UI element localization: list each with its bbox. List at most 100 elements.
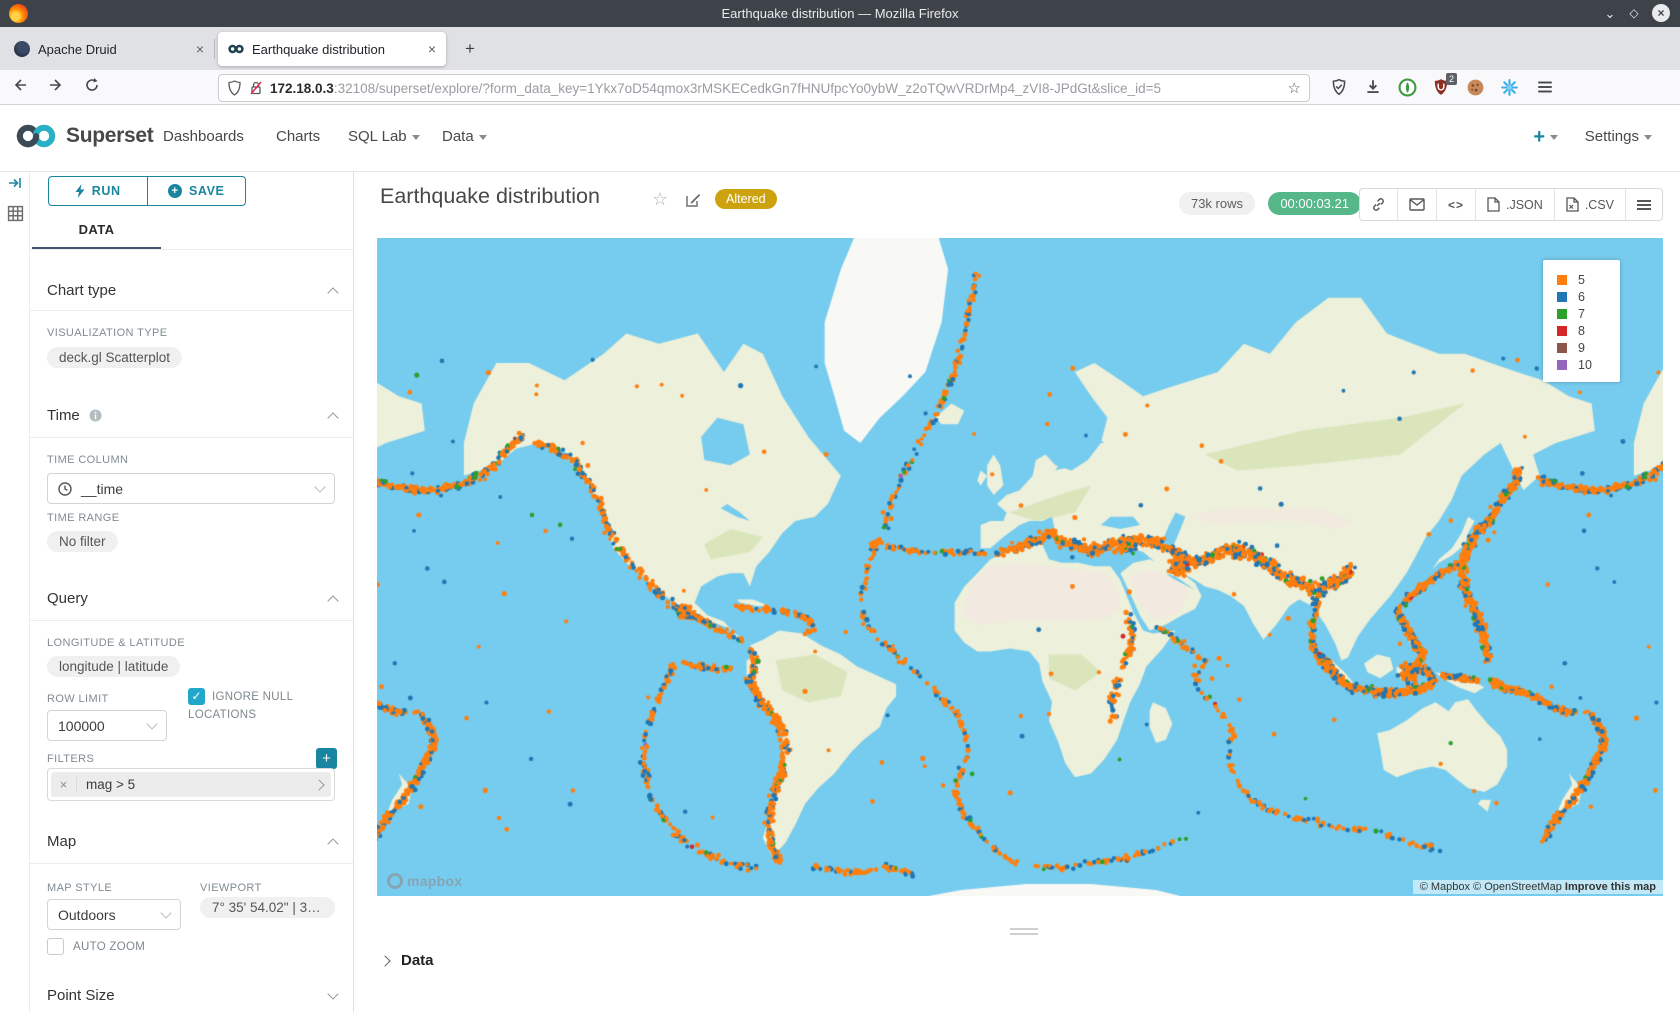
legend-item: 5 [1557,271,1620,288]
window-maximize-button[interactable]: ◇ [1626,6,1642,20]
tab-label: Earthquake distribution [252,42,420,57]
legend-item: 10 [1557,356,1620,373]
window-titlebar: Earthquake distribution — Mozilla Firefo… [0,0,1680,27]
chevron-up-icon [327,412,338,423]
map-style-select[interactable]: Outdoors [47,899,181,930]
time-range-pill[interactable]: No filter [47,531,118,552]
chart-menu-button[interactable] [1626,189,1662,220]
rowcount-badge: 73k rows [1179,192,1255,215]
embed-code-button[interactable]: <> [1437,189,1476,220]
nav-dashboards[interactable]: Dashboards [163,128,244,145]
map-attribution: © Mapbox © OpenStreetMap Improve this ma… [1413,880,1663,894]
legend-label: 6 [1578,290,1585,304]
chart-actions: <> .JSON .CSV [1359,188,1663,221]
export-json-button[interactable]: .JSON [1476,189,1555,220]
section-query[interactable]: Query [47,590,337,607]
altered-badge[interactable]: Altered [715,189,777,209]
email-button[interactable] [1398,189,1437,220]
legend-swatch [1557,326,1567,336]
run-save-buttons: RUN + SAVE [48,176,246,206]
window-minimize-button[interactable]: ⌄ [1602,6,1618,22]
cookie-extension-icon[interactable] [1466,78,1486,98]
insecure-lock-icon[interactable] [249,80,263,96]
nav-charts[interactable]: Charts [276,128,320,145]
tab-close-icon[interactable]: × [196,41,204,57]
run-button[interactable]: RUN [49,177,148,205]
section-time[interactable]: Time [47,407,337,424]
snowflake-extension-icon[interactable] [1500,78,1520,98]
auto-zoom-checkbox[interactable] [47,938,64,955]
legend-swatch [1557,343,1567,353]
mapbox-circle-icon [387,873,403,889]
new-tab-button[interactable]: + [458,37,482,61]
collapse-panel-icon[interactable] [7,175,23,191]
data-results-expander[interactable]: Data [381,952,434,969]
section-point-size[interactable]: Point Size [47,987,337,1004]
firefox-icon [9,4,28,23]
superset-logo[interactable]: Superset [14,121,153,151]
improve-map-link[interactable]: Improve this map [1565,881,1656,893]
remove-filter-icon[interactable]: × [51,777,77,792]
tab-apache-druid[interactable]: Apache Druid × [4,32,214,66]
shield-icon[interactable] [227,80,242,96]
map-container[interactable]: 5678910 mapbox © Mapbox © OpenStreetMap … [377,238,1663,896]
window-title: Earthquake distribution — Mozilla Firefo… [0,6,1680,21]
url-text: 172.18.0.3:32108/superset/explore/?form_… [270,81,1282,96]
nav-sql-lab[interactable]: SQL Lab [348,128,420,145]
file-csv-icon [1566,197,1579,212]
add-new-button[interactable]: + [1533,126,1558,149]
extension-green-icon[interactable] [1398,78,1418,98]
export-csv-button[interactable]: .CSV [1555,189,1626,220]
clock-icon [58,482,72,496]
window-close-button[interactable]: × [1652,4,1670,22]
save-button[interactable]: + SAVE [148,177,246,205]
row-limit-select[interactable]: 100000 [47,710,167,741]
viz-type-pill[interactable]: deck.gl Scatterplot [47,347,182,368]
tab-close-icon[interactable]: × [428,41,436,57]
ublock-badge: 2 [1446,73,1457,85]
superset-favicon [228,41,244,57]
downloads-icon[interactable] [1364,78,1384,98]
section-map[interactable]: Map [47,833,337,850]
attribution-text[interactable]: © Mapbox © OpenStreetMap [1420,881,1565,893]
time-column-select[interactable]: __time [47,473,335,504]
lightning-icon [75,184,85,198]
filter-pill[interactable]: × mag > 5 [51,772,331,797]
tab-data[interactable]: DATA [32,222,161,237]
viewport-label: VIEWPORT [200,882,262,894]
world-map-canvas[interactable] [377,238,1663,896]
info-icon [89,409,102,422]
section-chart-type[interactable]: Chart type [47,282,337,299]
nav-data[interactable]: Data [442,128,487,145]
ignore-null-checkbox[interactable]: ✓ [188,688,205,705]
edit-properties-icon[interactable] [685,192,701,208]
back-icon[interactable] [12,77,34,99]
time-range-label: TIME RANGE [47,512,119,524]
auto-zoom-label: AUTO ZOOM [73,938,145,956]
reload-icon[interactable] [84,77,106,99]
resize-drag-handle[interactable] [1010,928,1038,938]
lonlat-pill[interactable]: longitude | latitude [47,656,180,677]
bookmark-star-icon[interactable]: ☆ [1288,79,1301,97]
dataset-grid-icon[interactable] [7,205,24,222]
settings-menu[interactable]: Settings [1585,128,1652,145]
filters-label: FILTERS [47,753,94,765]
add-filter-button[interactable]: + [316,748,337,769]
ublock-icon[interactable]: 2 [1432,78,1452,98]
legend-swatch [1557,360,1567,370]
ignore-null-label: IGNORE NULLLOCATIONS [212,688,293,724]
forward-icon[interactable] [48,77,70,99]
chevron-down-icon [1550,135,1558,140]
mapbox-logo[interactable]: mapbox [387,873,462,889]
favorite-star-icon[interactable]: ☆ [652,189,668,210]
druid-favicon [14,41,30,57]
expand-filter-icon[interactable] [307,781,331,789]
tab-earthquake-distribution[interactable]: Earthquake distribution × [218,32,446,66]
copy-link-button[interactable] [1360,189,1398,220]
url-input[interactable]: 172.18.0.3:32108/superset/explore/?form_… [218,74,1310,102]
mapbox-wordmark: mapbox [407,873,462,889]
viewport-pill[interactable]: 7° 35' 54.02" | 31... [200,897,335,918]
chevron-right-icon [379,955,390,966]
menu-icon[interactable] [1536,78,1556,98]
protections-shield-icon[interactable] [1330,78,1350,98]
